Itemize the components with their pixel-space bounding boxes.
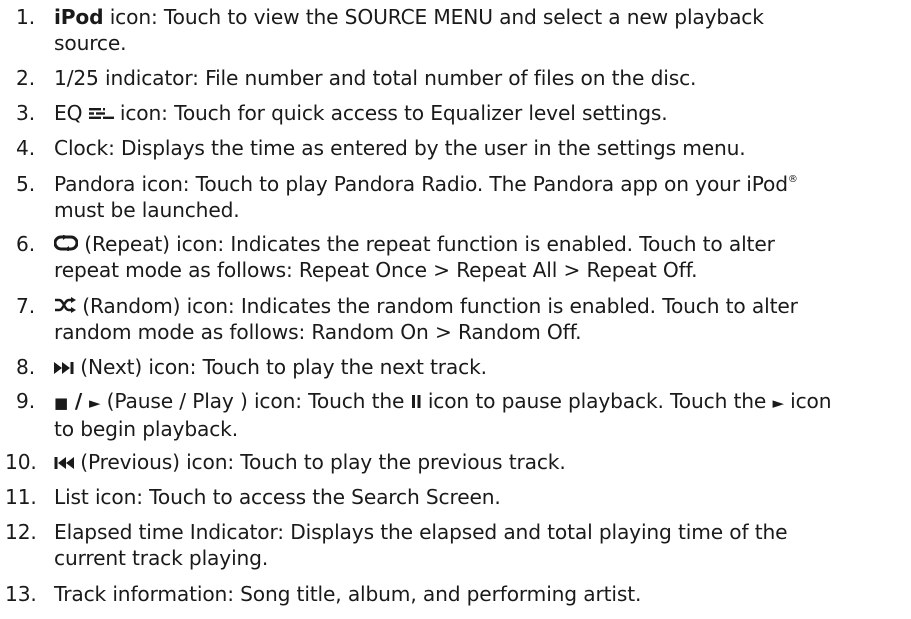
registered-mark: ® — [787, 174, 798, 185]
item-description: icon: Touch to view the SOURCE MENU and … — [103, 5, 764, 29]
item-number: 8. — [16, 355, 35, 379]
item-number: 5. — [16, 172, 35, 196]
item-description: (Repeat) icon: Indicates the repeat func… — [78, 232, 775, 256]
item-number: 10. — [5, 450, 37, 474]
item-description: (Next) icon: Touch to play the next trac… — [74, 355, 487, 379]
item-description-mid: icon to pause playback. Touch the — [421, 389, 773, 413]
pause-icon — [411, 389, 422, 415]
item-text: iPod icon: Touch to view the SOURCE MENU… — [54, 5, 905, 56]
item-description-cont: to begin playback. — [54, 416, 238, 441]
item-description: icon: Touch for quick access to Equalize… — [113, 101, 668, 125]
shuffle-icon — [54, 294, 76, 320]
item-description: (Previous) icon: Touch to play the previ… — [74, 450, 566, 474]
item-number: 9. — [16, 389, 35, 413]
item-description-cont: current track playing. — [54, 545, 269, 570]
item-text: Pandora icon: Touch to play Pandora Radi… — [54, 172, 905, 223]
item-description: (Random) icon: Indicates the random func… — [76, 294, 798, 318]
item-text: Elapsed time Indicator: Displays the ela… — [54, 520, 905, 571]
item-number: 12. — [5, 520, 37, 544]
ipod-label: iPod — [54, 5, 104, 29]
item-text: 1/25 indicator: File number and total nu… — [54, 66, 697, 90]
item-number: 6. — [16, 232, 35, 256]
item-number: 11. — [5, 485, 37, 509]
item-description: Elapsed time Indicator: Displays the ela… — [54, 520, 788, 544]
item-text: (Previous) icon: Touch to play the previ… — [54, 450, 905, 476]
eq-label: EQ — [54, 101, 89, 125]
stop-square-icon: ■ — [54, 394, 69, 412]
item-description: Pandora icon: Touch to play Pandora Radi… — [54, 172, 788, 196]
item-description: (Pause / Play ) icon: Touch the — [100, 389, 411, 413]
pause-play-icon: ■ / ► — [54, 389, 101, 413]
item-text: (Next) icon: Touch to play the next trac… — [54, 355, 905, 381]
item-number: 2. — [16, 66, 35, 90]
item-number: 1. — [16, 5, 35, 29]
next-track-icon — [54, 355, 74, 381]
play-triangle-icon: ► — [772, 394, 784, 412]
repeat-icon — [53, 232, 79, 258]
item-number: 13. — [5, 582, 37, 606]
item-number: 7. — [16, 294, 35, 318]
item-number: 3. — [16, 101, 35, 125]
play-triangle-icon: ► — [89, 394, 101, 412]
previous-track-icon — [54, 450, 74, 476]
item-description-cont: must be launched. — [54, 197, 240, 222]
item-text: (Repeat) icon: Indicates the repeat func… — [53, 232, 905, 283]
item-text: List icon: Touch to access the Search Sc… — [54, 485, 501, 509]
eq-bars-icon — [88, 101, 114, 127]
item-text: ■ / ► (Pause / Play ) icon: Touch the ic… — [54, 389, 905, 442]
slash: / — [68, 389, 90, 413]
item-description-cont: source. — [54, 30, 127, 55]
item-description-cont: random mode as follows: Random On > Rand… — [54, 319, 582, 344]
item-text: EQ icon: Touch for quick access to Equal… — [54, 101, 905, 127]
item-text: Clock: Displays the time as entered by t… — [54, 136, 746, 160]
item-text: Track information: Song title, album, an… — [54, 582, 642, 606]
item-number: 4. — [16, 136, 35, 160]
numbered-icon-legend: 1. iPod icon: Touch to view the SOURCE M… — [0, 0, 911, 619]
item-description-end: icon — [783, 389, 832, 413]
item-description-cont: repeat mode as follows: Repeat Once > Re… — [54, 257, 698, 282]
item-text: (Random) icon: Indicates the random func… — [54, 294, 905, 345]
